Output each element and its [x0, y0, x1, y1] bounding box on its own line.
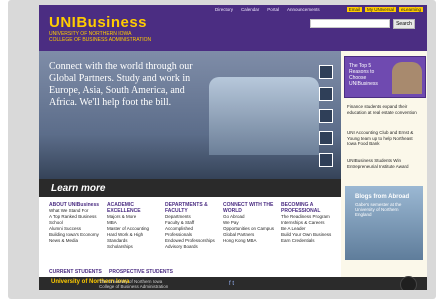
- column-link[interactable]: Scholarships: [107, 244, 159, 250]
- quick-email[interactable]: Email: [346, 7, 362, 12]
- hero-thumb-3[interactable]: [319, 109, 333, 123]
- nav-calendar[interactable]: Calendar: [241, 7, 259, 12]
- link-column: ABOUT UNIBusiness What We Stand For A To…: [49, 202, 101, 244]
- social-icons[interactable]: f t: [229, 281, 234, 287]
- hero-thumb-1[interactable]: [319, 65, 333, 79]
- quick-elearning[interactable]: eLearning: [398, 7, 423, 12]
- blogs-from-abroad-card[interactable]: Blogs from Abroad Gabe's semester at the…: [345, 186, 423, 260]
- quick-links: Email My UNIversal eLearning: [346, 7, 423, 12]
- footer: University of Northern Iowa The Universi…: [39, 276, 427, 290]
- browser-frame: Directory Calendar Portal Announcements …: [8, 0, 436, 299]
- news-item[interactable]: Finance students expand their education …: [347, 104, 423, 115]
- column-link[interactable]: News & Media: [49, 238, 101, 244]
- learn-more-link[interactable]: Learn more: [51, 183, 105, 194]
- link-columns: ABOUT UNIBusiness What We Stand For A To…: [39, 197, 341, 267]
- blog-title: Blogs from Abroad: [355, 194, 410, 200]
- learn-more-bar[interactable]: Learn more: [39, 179, 341, 197]
- news-item[interactable]: UNIBusiness Students Win Entrepreneurial…: [347, 158, 423, 169]
- nav-announcements[interactable]: Announcements: [287, 7, 320, 12]
- search-button[interactable]: Search: [393, 19, 415, 29]
- link-column: CONNECT WITH THE WORLD Go Abroad We Pay …: [223, 202, 275, 244]
- nav-directory[interactable]: Directory: [215, 7, 233, 12]
- footer-text: The University of Northern Iowa College …: [99, 279, 168, 289]
- top-navigation: Directory Calendar Portal Announcements: [215, 7, 320, 12]
- column-heading[interactable]: ACADEMIC EXCELLENCE: [107, 202, 159, 214]
- link-column: DEPARTMENTS & FACULTY Departments Facult…: [165, 202, 217, 250]
- top-reasons-promo[interactable]: The Top 5 Reasons to Choose UNIBusiness: [344, 56, 426, 98]
- column-link[interactable]: Hard Work & High Standards: [107, 232, 159, 244]
- hero-thumb-5[interactable]: [319, 153, 333, 167]
- hero-thumb-4[interactable]: [319, 131, 333, 145]
- search-input[interactable]: [310, 19, 390, 28]
- nav-portal[interactable]: Portal: [267, 7, 279, 12]
- promo-text: The Top 5 Reasons to Choose UNIBusiness: [349, 63, 378, 87]
- column-link[interactable]: Hong Kong MBA: [223, 238, 275, 244]
- quick-myuniversal[interactable]: My UNIversal: [364, 7, 396, 12]
- sidebar: The Top 5 Reasons to Choose UNIBusiness …: [341, 51, 427, 290]
- header: Directory Calendar Portal Announcements …: [39, 5, 427, 51]
- link-column: ACADEMIC EXCELLENCE Majors & More MBA Ma…: [107, 202, 159, 250]
- column-link[interactable]: Earn Credentials: [281, 238, 333, 244]
- building-image: [209, 77, 319, 155]
- footer-line-2: College of Business Administration: [99, 284, 169, 289]
- news-item[interactable]: UNI Accounting Club and Ernst & Young te…: [347, 130, 423, 147]
- student-links: CURRENT STUDENTS PROSPECTIVE STUDENTS: [39, 267, 341, 276]
- university-seal-icon: [400, 276, 417, 290]
- site-logo[interactable]: UNIBusiness: [49, 14, 147, 31]
- blog-subtitle: Gabe's semester at the University of Nor…: [355, 202, 402, 217]
- current-students-link[interactable]: CURRENT STUDENTS: [49, 269, 102, 275]
- column-heading[interactable]: CONNECT WITH THE WORLD: [223, 202, 275, 214]
- hero-thumb-2[interactable]: [319, 87, 333, 101]
- column-link[interactable]: Accomplished Professionals: [165, 226, 217, 238]
- promo-student-image: [392, 62, 422, 94]
- logo-subtitle-college: COLLEGE OF BUSINESS ADMINISTRATION: [49, 37, 152, 43]
- column-heading[interactable]: DEPARTMENTS & FACULTY: [165, 202, 217, 214]
- link-column: BECOMING A PROFESSIONAL The Readiness Pr…: [281, 202, 333, 244]
- prospective-students-link[interactable]: PROSPECTIVE STUDENTS: [109, 269, 173, 275]
- hero-banner[interactable]: Connect with the world through our Globa…: [39, 51, 341, 179]
- page: Directory Calendar Portal Announcements …: [39, 5, 427, 290]
- column-link[interactable]: Advisory Boards: [165, 244, 217, 250]
- column-link[interactable]: A Top Ranked Business School: [49, 214, 101, 226]
- column-heading[interactable]: BECOMING A PROFESSIONAL: [281, 202, 333, 214]
- hero-thumbnails: [319, 65, 333, 167]
- hero-text: Connect with the world through our Globa…: [49, 61, 193, 108]
